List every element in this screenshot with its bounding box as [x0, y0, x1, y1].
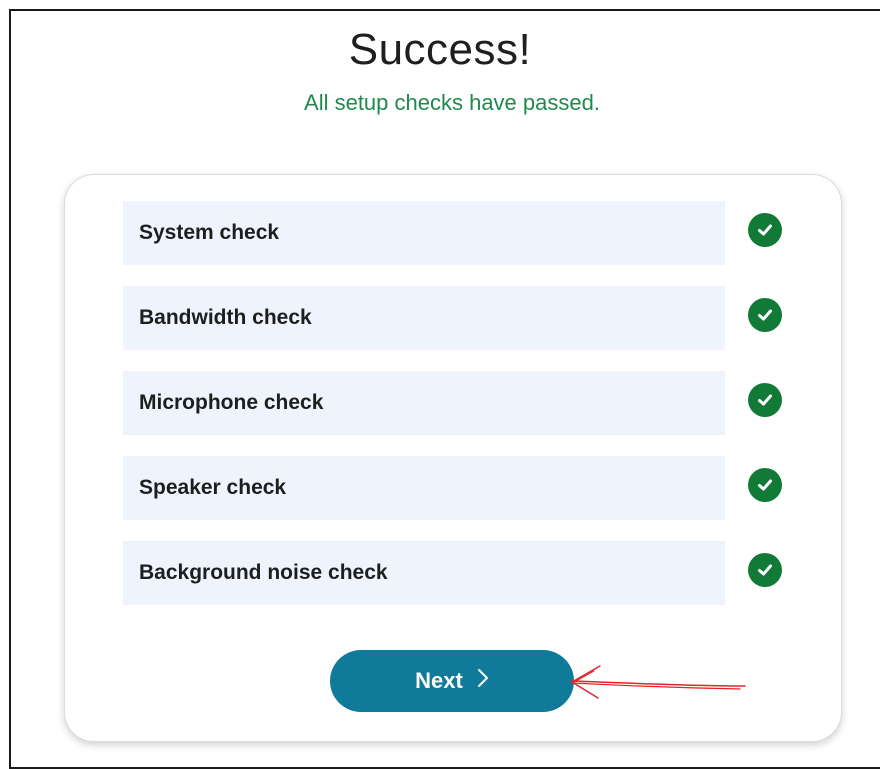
next-button[interactable]: Next — [330, 650, 574, 712]
status-subtitle: All setup checks have passed. — [304, 90, 600, 115]
check-label: System check — [139, 221, 280, 244]
check-row-background-noise: Background noise check — [123, 541, 725, 605]
chevron-right-icon — [477, 668, 489, 694]
checkmark-circle-icon — [748, 298, 782, 332]
check-label: Microphone check — [139, 391, 324, 414]
next-button-label: Next — [415, 668, 463, 693]
check-label: Background noise check — [139, 561, 388, 584]
check-row-microphone: Microphone check — [123, 371, 725, 435]
checkmark-circle-icon — [748, 383, 782, 417]
check-label: Speaker check — [139, 476, 287, 499]
red-arrow-icon — [571, 665, 746, 699]
check-row-system: System check — [123, 201, 725, 265]
check-row-bandwidth: Bandwidth check — [123, 286, 725, 350]
check-label: Bandwidth check — [139, 306, 312, 329]
checkmark-circle-icon — [748, 468, 782, 502]
checkmark-circle-icon — [748, 553, 782, 587]
checkmark-circle-icon — [748, 213, 782, 247]
check-row-speaker: Speaker check — [123, 456, 725, 520]
page-title: Success! — [348, 25, 532, 74]
